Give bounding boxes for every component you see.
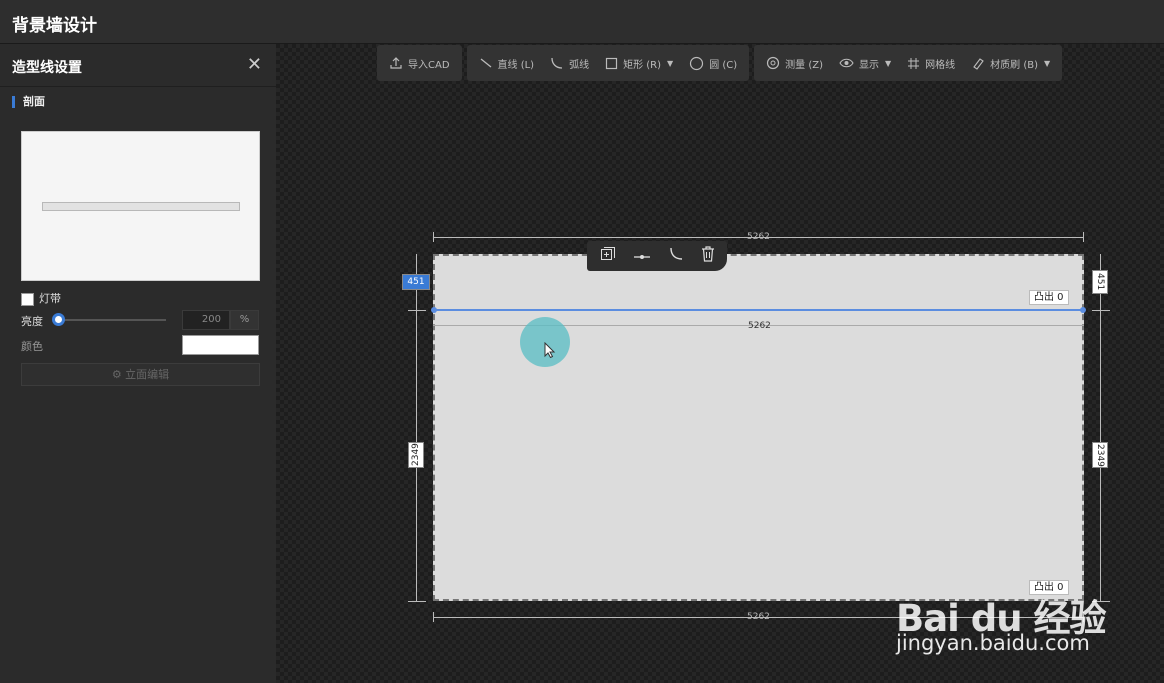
toolbar-group-draw: 直线 (L) 弧线 矩形 (R) ▼ 圆 (C) [466,45,750,81]
light-strip-row: 灯带 [21,290,61,306]
line-tool-label: 直线 (L) [497,59,535,71]
measure-icon [767,56,780,70]
toolbar-group-view: 测量 (Z) 显示 ▼ 网格线 材质刷 (B) ▼ [754,45,1063,81]
dimension-tick [408,310,426,311]
right-top-dimension-input[interactable]: 451 [1092,270,1108,294]
edit-icon: ⚙ [111,368,126,381]
brightness-slider-track[interactable] [60,319,166,321]
upload-icon [390,57,402,69]
close-icon[interactable]: ✕ [247,54,262,75]
title-bar: 背景墙设计 [0,0,1164,44]
top-dimension-label: 5262 [747,232,770,242]
material-brush-label: 材质刷 (B) [990,59,1038,71]
color-swatch[interactable] [182,335,259,355]
grid-label: 网格线 [925,59,956,71]
left-bottom-dimension-input[interactable]: 2349 [408,442,424,468]
settings-panel: 造型线设置 ✕ 剖面 灯带 亮度 200 % 颜色 ⚙ 立面编辑 [0,44,276,683]
app-title: 背景墙设计 [12,16,97,36]
line-endpoint-handle[interactable] [1080,307,1086,313]
panel-title: 造型线设置 [12,60,82,76]
chevron-down-icon: ▼ [885,58,892,68]
dimension-tick [433,612,434,622]
protrude-tag-top[interactable]: 凸出 0 [1029,290,1069,305]
add-icon[interactable] [600,246,616,266]
toolbar: 导入CAD 直线 (L) 弧线 矩形 (R) ▼ 圆 (C) 测量 (Z) 显示… [377,45,1067,81]
rect-tool-label: 矩形 (R) [623,59,662,71]
dimension-tick [1092,310,1110,311]
split-icon[interactable] [633,247,651,266]
wall-surface[interactable] [433,254,1084,601]
arc-icon [551,57,563,69]
chevron-down-icon: ▼ [667,58,674,68]
rect-tool-button[interactable]: 矩形 (R) ▼ [597,45,681,81]
measure-tool-label: 测量 (Z) [785,59,823,71]
circle-icon [690,56,704,70]
line-icon [480,58,491,68]
profile-preview [21,131,260,281]
dimension-tick [433,232,434,242]
material-brush-button[interactable]: 材质刷 (B) ▼ [963,45,1058,81]
arc-tool-button[interactable]: 弧线 [542,45,597,81]
right-bottom-dimension-input[interactable]: 2349 [1092,442,1108,468]
inner-dimension-label: 5262 [748,321,771,331]
left-dimension-line [416,254,417,601]
delete-icon[interactable] [701,246,715,266]
profile-shape [42,202,240,211]
brightness-input[interactable]: 200 [182,310,230,330]
section-label: 剖面 [12,96,45,108]
import-cad-button[interactable]: 导入CAD [381,45,458,81]
circle-tool-button[interactable]: 圆 (C) [681,45,745,81]
line-tool-button[interactable]: 直线 (L) [471,45,543,81]
import-cad-label: 导入CAD [408,59,450,71]
display-button[interactable]: 显示 ▼ [831,45,899,81]
grid-icon [908,57,920,69]
circle-tool-label: 圆 (C) [709,59,738,71]
light-strip-label: 灯带 [39,292,61,305]
dimension-tick [1083,232,1084,242]
color-label: 颜色 [21,340,43,353]
toolbar-group-import: 导入CAD [377,45,462,81]
right-dimension-line [1100,254,1101,601]
panel-header: 造型线设置 ✕ [0,44,276,87]
measure-tool-button[interactable]: 测量 (Z) [758,45,831,81]
left-top-dimension-input[interactable]: 451 [402,274,430,290]
elevation-edit-label: 立面编辑 [125,368,170,381]
line-edit-toolbar [587,241,727,271]
dimension-tick [408,601,426,602]
brightness-slider-handle[interactable] [52,313,65,326]
rectangle-icon [605,57,618,69]
brightness-label: 亮度 [21,315,43,328]
brush-icon [973,58,984,70]
chevron-down-icon: ▼ [1044,58,1051,68]
mouse-pointer-icon [544,342,556,358]
selected-profile-line[interactable] [433,309,1084,311]
light-strip-checkbox[interactable] [21,292,34,306]
arc-convert-icon[interactable] [668,246,684,266]
line-endpoint-handle[interactable] [431,307,437,313]
eye-icon [839,58,854,68]
elevation-edit-button[interactable]: ⚙ 立面编辑 [21,363,260,386]
display-label: 显示 [859,59,879,71]
grid-button[interactable]: 网格线 [899,45,963,81]
brightness-unit: % [230,310,259,330]
baidu-watermark-url: jingyan.baidu.com [896,631,1090,655]
bottom-dimension-label: 5262 [747,612,770,622]
arc-tool-label: 弧线 [569,59,590,71]
